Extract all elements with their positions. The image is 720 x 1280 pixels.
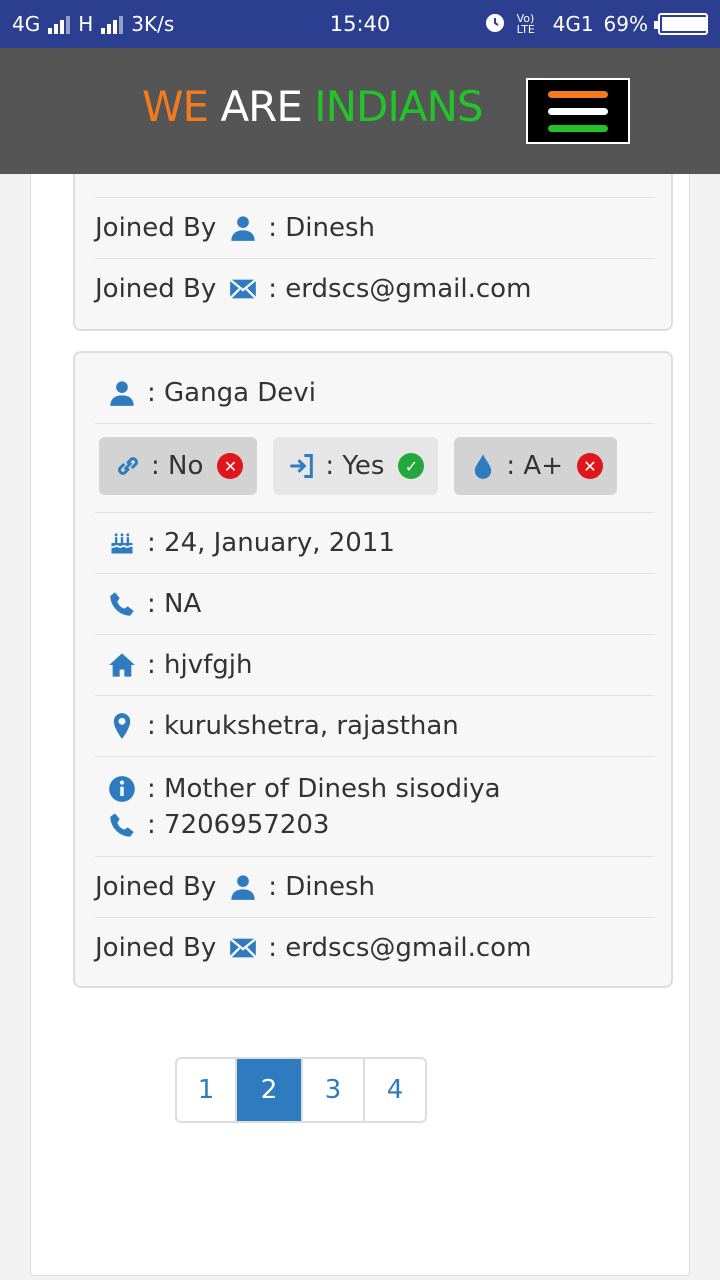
clock: 15:40	[329, 12, 391, 36]
battery-icon	[654, 13, 708, 35]
volte-indicator: Vo) LTE	[516, 12, 535, 36]
brand-word-are: ARE	[220, 82, 302, 131]
network-type-4g-secondary: 4G1	[552, 12, 594, 36]
signal-icon	[101, 14, 124, 34]
hamburger-menu-button[interactable]	[526, 78, 630, 144]
joined-by-email[interactable]: : erdscs@gmail.com	[268, 933, 531, 963]
location-row: : kurukshetra, rajasthan	[95, 695, 655, 756]
user-icon	[228, 872, 258, 902]
joined-by-label: Joined By	[95, 273, 217, 304]
info-icon	[107, 774, 137, 804]
brand-word-we: WE	[142, 82, 209, 131]
network-speed: 3K/s	[131, 12, 175, 36]
check-icon: ✓	[398, 453, 425, 479]
name-row: : Ganga Devi	[95, 363, 655, 423]
joined-by-name: : Dinesh	[268, 212, 376, 243]
join-badge[interactable]: : Yes ✓	[273, 437, 439, 495]
menu-bar-green	[548, 124, 608, 132]
page-link-1[interactable]: 1	[177, 1059, 235, 1121]
signal-icon	[48, 14, 71, 34]
brand-logo[interactable]: WE ARE INDIANS	[142, 82, 484, 131]
joined-by-label: Joined By	[95, 212, 217, 243]
info-value: : Mother of Dinesh sisodiya	[147, 773, 501, 804]
birthday-row: : 24, January, 2011	[95, 512, 655, 573]
cross-icon: ✕	[217, 453, 244, 479]
drop-icon	[468, 451, 498, 481]
address-value: : hjvfgjh	[147, 650, 253, 680]
battery-percent: 69%	[603, 12, 648, 36]
joined-by-name-row: Joined By : Dinesh	[95, 856, 655, 917]
menu-bar-white	[548, 107, 608, 115]
alarm-icon	[483, 10, 507, 39]
birth-date: : 24, January, 2011	[147, 528, 395, 558]
user-icon	[228, 213, 258, 243]
home-icon	[107, 650, 137, 680]
envelope-icon	[228, 933, 258, 963]
page-link-3[interactable]: 3	[301, 1059, 363, 1121]
phone-icon	[107, 810, 137, 840]
blood-badge-value: : A+	[506, 451, 563, 481]
joined-by-label: Joined By	[95, 872, 217, 902]
phone-icon	[107, 589, 137, 619]
sign-in-icon	[287, 451, 317, 481]
info-phone-value: : 7206957203	[147, 809, 330, 840]
user-icon	[107, 378, 137, 408]
cross-icon: ✕	[577, 453, 603, 479]
phone-row: : NA	[95, 573, 655, 634]
cake-icon	[107, 528, 137, 558]
joined-by-email-row: Joined By : erdscs@gmail.com	[95, 917, 655, 978]
menu-bar-orange	[548, 90, 608, 98]
joined-by-name: : Dinesh	[268, 872, 376, 902]
member-name: : Ganga Devi	[147, 378, 316, 408]
joined-by-name-row: Joined By : Dinesh	[95, 197, 655, 257]
envelope-icon	[228, 274, 258, 304]
join-badge-value: : Yes	[325, 451, 385, 481]
page-link-4[interactable]: 4	[363, 1059, 425, 1121]
link-badge[interactable]: : No ✕	[99, 437, 258, 495]
link-icon	[113, 451, 143, 481]
network-type-h: H	[78, 12, 94, 36]
pagination: 1 2 3 4	[175, 1057, 427, 1123]
address-row: : hjvfgjh	[95, 634, 655, 695]
member-card: : Ganga Devi : No ✕ : Yes ✓: A+ ✕: 24,…	[73, 351, 673, 988]
phone-value: : NA	[147, 589, 202, 619]
brand-word-indians: INDIANS	[314, 82, 483, 131]
blood-badge[interactable]: : A+ ✕	[454, 437, 617, 495]
app-header: WE ARE INDIANS	[0, 48, 720, 174]
page-link-2[interactable]: 2	[235, 1059, 301, 1121]
network-type-4g: 4G	[12, 12, 41, 36]
map-marker-icon	[107, 711, 137, 741]
joined-by-email-row: Joined By : erdscs@gmail.com	[95, 258, 655, 318]
status-bar: 4G H 3K/s 15:40 Vo) LTE 4G1 69%	[0, 0, 720, 48]
info-row: : Mother of Dinesh sisodiya : 7206957203	[95, 756, 655, 856]
status-badges: : No ✕ : Yes ✓ : A+ ✕	[99, 437, 617, 495]
link-badge-value: : No	[151, 451, 204, 481]
location-value: : kurukshetra, rajasthan	[147, 711, 459, 741]
joined-by-email[interactable]: : erdscs@gmail.com	[268, 274, 531, 304]
divider	[95, 423, 655, 424]
joined-by-label: Joined By	[95, 933, 217, 963]
